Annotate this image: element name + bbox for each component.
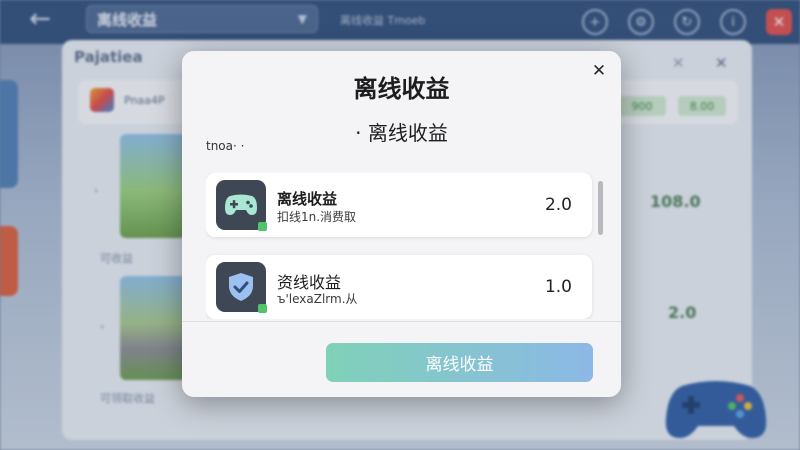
offline-earnings-dialog: 离线收益 ✕ · 离线收益 tnoa· · 离线收益 扣线1n.消费取 2.0 <box>182 51 621 397</box>
list-scrollbar[interactable] <box>598 181 603 235</box>
list-item[interactable]: 离线收益 扣线1n.消费取 2.0 <box>206 173 592 237</box>
item-subtitle: ъ'lexaZlrm.从 <box>277 292 358 306</box>
close-icon: ✕ <box>591 61 607 81</box>
status-badge <box>258 304 267 313</box>
collect-button[interactable]: 离线收益 <box>326 343 593 382</box>
dialog-subtitle: · 离线收益 <box>355 121 448 145</box>
list-item[interactable]: 资线收益 ъ'lexaZlrm.从 1.0 <box>206 255 592 319</box>
item-subtitle: 扣线1n.消费取 <box>277 210 357 224</box>
dialog-note: tnoa· · <box>206 139 245 153</box>
dialog-title: 离线收益 <box>353 75 450 103</box>
item-value: 1.0 <box>544 277 572 297</box>
item-value: 2.0 <box>544 195 572 215</box>
close-button[interactable]: ✕ <box>587 59 611 83</box>
status-badge <box>258 222 267 231</box>
earnings-list[interactable]: 离线收益 扣线1n.消费取 2.0 资线收益 ъ'lexaZlrm.从 1.0 <box>206 173 596 319</box>
footer-divider <box>182 321 621 322</box>
item-title: 离线收益 <box>277 190 338 208</box>
